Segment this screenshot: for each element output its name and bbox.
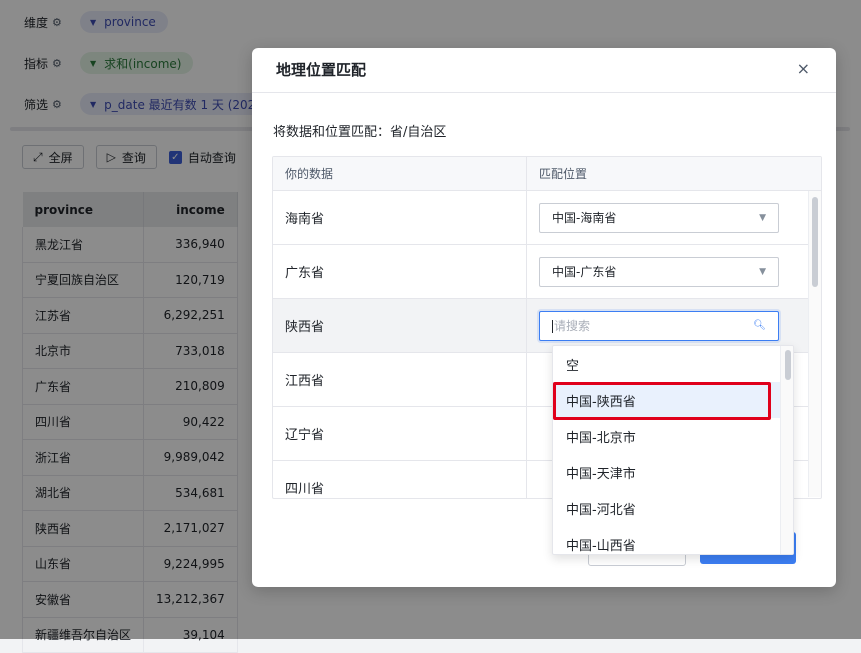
caret-down-icon: ▼ [759,212,766,223]
match-table-header: 你的数据 匹配位置 [273,157,821,191]
column-header-your-data: 你的数据 [273,157,527,190]
caret-down-icon: ▼ [759,266,766,277]
search-icon: 🔍︎ [753,320,766,331]
data-cell: 广东省 [273,245,527,298]
highlight-box [553,382,771,420]
table-row: 海南省 中国-海南省 ▼ [273,191,821,245]
dropdown-option[interactable]: 中国-北京市 [553,418,793,454]
match-select[interactable]: 中国-海南省 ▼ [539,202,779,233]
table-row: 广东省 中国-广东省 ▼ [273,245,821,299]
search-input[interactable]: 请搜索 🔍︎ [539,310,779,341]
location-dropdown: 空 中国-陕西省 中国-北京市 中国-天津市 中国-河北省 中国-山西省 [552,345,794,555]
close-icon[interactable]: × [797,59,810,78]
column-header-match: 匹配位置 [539,167,588,181]
dropdown-option[interactable]: 空 [553,346,793,382]
dropdown-option[interactable]: 中国-天津市 [553,454,793,490]
data-cell: 四川省 [273,461,527,498]
dropdown-option[interactable]: 中国-山西省 [553,526,793,554]
match-select[interactable]: 中国-广东省 ▼ [539,256,779,287]
dropdown-option[interactable]: 中国-河北省 [553,490,793,526]
dialog-title: 地理位置匹配 [276,61,367,79]
data-cell: 辽宁省 [273,407,527,460]
dialog-header: 地理位置匹配 × [252,48,836,93]
data-cell: 陕西省 [273,299,527,352]
dialog-description: 将数据和位置匹配：省/自治区 [273,125,447,140]
data-cell: 海南省 [273,191,527,244]
scrollbar-thumb[interactable] [812,197,818,287]
data-cell: 江西省 [273,353,527,406]
scrollbar-thumb[interactable] [785,350,791,380]
